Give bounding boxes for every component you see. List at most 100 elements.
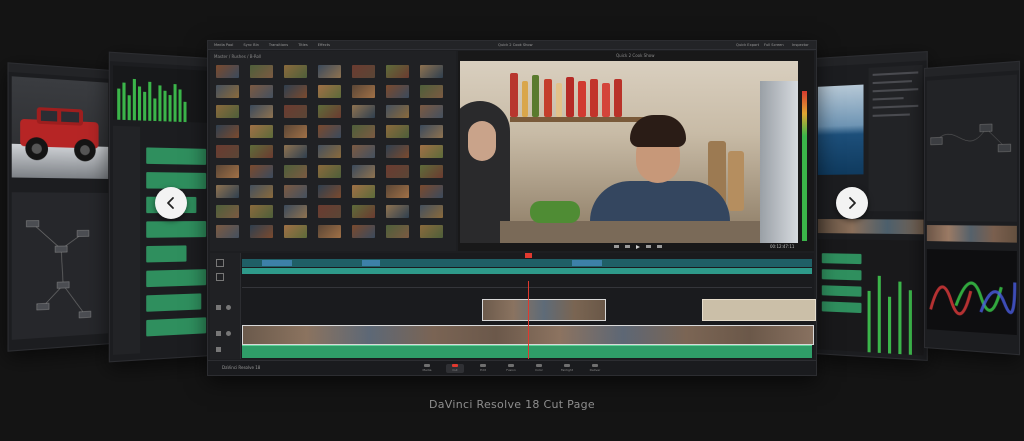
page-fairlight[interactable]: Fairlight xyxy=(558,364,576,373)
page-media[interactable]: Media xyxy=(418,364,436,373)
media-thumbnail[interactable] xyxy=(216,205,239,218)
media-thumbnail[interactable] xyxy=(250,165,273,178)
tab-transitions[interactable]: Transitions xyxy=(269,43,288,47)
audio-clip[interactable] xyxy=(242,345,812,358)
media-thumbnail[interactable] xyxy=(318,225,341,238)
media-thumbnail[interactable] xyxy=(318,165,341,178)
media-thumbnail[interactable] xyxy=(318,125,341,138)
media-thumbnail[interactable] xyxy=(284,85,307,98)
media-thumbnail[interactable] xyxy=(386,85,409,98)
media-thumbnail[interactable] xyxy=(352,185,375,198)
tab-effects[interactable]: Effects xyxy=(318,43,330,47)
tab-sync-bin[interactable]: Sync Bin xyxy=(243,43,259,47)
playhead[interactable] xyxy=(528,281,529,359)
eye-icon[interactable] xyxy=(226,331,231,336)
full-screen-button[interactable]: Full Screen xyxy=(764,43,784,47)
color-page-icon xyxy=(536,364,542,367)
snap-icon[interactable] xyxy=(216,273,224,281)
media-thumbnail[interactable] xyxy=(318,145,341,158)
media-thumbnail[interactable] xyxy=(352,145,375,158)
page-fusion[interactable]: Fusion xyxy=(502,364,520,373)
media-thumbnail[interactable] xyxy=(420,205,443,218)
media-thumbnail[interactable] xyxy=(216,65,239,78)
media-thumbnail[interactable] xyxy=(250,65,273,78)
page-cut[interactable]: Cut xyxy=(446,364,464,373)
page-deliver[interactable]: Deliver xyxy=(586,364,604,373)
media-thumbnail[interactable] xyxy=(284,185,307,198)
media-thumbnail[interactable] xyxy=(352,225,375,238)
media-thumbnail[interactable] xyxy=(352,165,375,178)
media-thumbnail[interactable] xyxy=(318,185,341,198)
media-thumbnail[interactable] xyxy=(352,205,375,218)
media-thumbnail[interactable] xyxy=(386,65,409,78)
playhead-marker[interactable] xyxy=(525,253,532,258)
timeline-tool-icon[interactable] xyxy=(216,259,224,267)
cut-page-window: Media Pool Sync Bin Transitions Titles E… xyxy=(207,40,817,376)
carousel-prev-button[interactable] xyxy=(155,187,187,219)
eye-icon[interactable] xyxy=(226,305,231,310)
lock-icon[interactable] xyxy=(216,305,221,310)
page-edit[interactable]: Edit xyxy=(474,364,492,373)
media-thumbnail[interactable] xyxy=(250,205,273,218)
media-thumbnail[interactable] xyxy=(420,165,443,178)
skip-back-icon[interactable] xyxy=(614,245,619,248)
media-thumbnail[interactable] xyxy=(250,145,273,158)
media-thumbnail[interactable] xyxy=(420,125,443,138)
media-thumbnail[interactable] xyxy=(352,105,375,118)
title-clip[interactable] xyxy=(702,299,816,321)
media-thumbnail[interactable] xyxy=(352,85,375,98)
media-thumbnail[interactable] xyxy=(318,105,341,118)
media-thumbnail[interactable] xyxy=(386,145,409,158)
media-thumbnail[interactable] xyxy=(284,205,307,218)
media-thumbnail[interactable] xyxy=(216,85,239,98)
media-thumbnail[interactable] xyxy=(420,65,443,78)
media-thumbnail[interactable] xyxy=(250,185,273,198)
media-thumbnail[interactable] xyxy=(284,145,307,158)
page-color[interactable]: Color xyxy=(530,364,548,373)
media-thumbnail[interactable] xyxy=(284,125,307,138)
media-thumbnail[interactable] xyxy=(216,165,239,178)
media-thumbnail[interactable] xyxy=(250,225,273,238)
media-thumbnail[interactable] xyxy=(420,145,443,158)
media-thumbnail[interactable] xyxy=(318,65,341,78)
play-icon[interactable] xyxy=(636,244,640,249)
media-thumbnail[interactable] xyxy=(216,185,239,198)
media-thumbnail[interactable] xyxy=(420,185,443,198)
media-thumbnail[interactable] xyxy=(216,145,239,158)
inspector-button[interactable]: Inspector xyxy=(792,43,809,47)
track-headers xyxy=(210,253,241,359)
media-thumbnail[interactable] xyxy=(318,85,341,98)
media-thumbnail[interactable] xyxy=(386,185,409,198)
media-thumbnail[interactable] xyxy=(284,65,307,78)
media-thumbnail[interactable] xyxy=(216,105,239,118)
quick-export-button[interactable]: Quick Export xyxy=(736,43,759,47)
skip-forward-icon[interactable] xyxy=(657,245,662,248)
media-thumbnail[interactable] xyxy=(386,205,409,218)
media-thumbnail[interactable] xyxy=(216,225,239,238)
media-thumbnail[interactable] xyxy=(386,125,409,138)
forward-icon[interactable] xyxy=(646,245,651,248)
media-thumbnail[interactable] xyxy=(216,125,239,138)
media-thumbnail[interactable] xyxy=(284,165,307,178)
speaker-icon[interactable] xyxy=(216,347,221,352)
media-thumbnail[interactable] xyxy=(420,85,443,98)
carousel-next-button[interactable] xyxy=(836,187,868,219)
tab-media-pool[interactable]: Media Pool xyxy=(214,43,233,47)
media-thumbnail[interactable] xyxy=(420,225,443,238)
media-thumbnail[interactable] xyxy=(284,225,307,238)
tab-titles[interactable]: Titles xyxy=(298,43,308,47)
media-thumbnail[interactable] xyxy=(352,65,375,78)
rewind-icon[interactable] xyxy=(625,245,630,248)
media-thumbnail[interactable] xyxy=(284,105,307,118)
media-thumbnail[interactable] xyxy=(318,205,341,218)
lock-icon[interactable] xyxy=(216,331,221,336)
media-thumbnail[interactable] xyxy=(250,105,273,118)
media-thumbnail[interactable] xyxy=(386,225,409,238)
media-thumbnail[interactable] xyxy=(386,165,409,178)
media-thumbnail[interactable] xyxy=(386,105,409,118)
media-thumbnail[interactable] xyxy=(352,125,375,138)
media-thumbnail[interactable] xyxy=(420,105,443,118)
media-thumbnail[interactable] xyxy=(250,85,273,98)
media-thumbnail[interactable] xyxy=(250,125,273,138)
video-clip-v2[interactable] xyxy=(482,299,606,321)
